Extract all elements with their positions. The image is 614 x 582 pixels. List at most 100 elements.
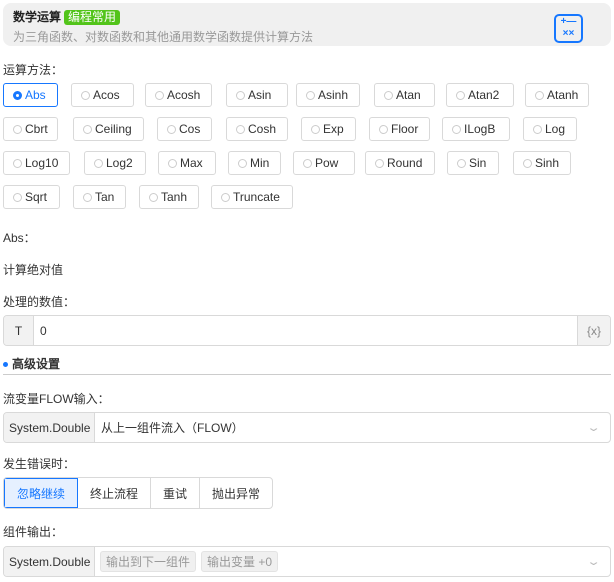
- method-radio-label: Min: [250, 156, 270, 170]
- method-radio-cbrt[interactable]: Cbrt: [3, 117, 58, 141]
- method-radio-label: Tan: [95, 190, 115, 204]
- radio-circle-icon: [457, 158, 466, 168]
- method-radio-label: Log: [545, 122, 566, 136]
- method-radio-label: Asinh: [318, 88, 349, 102]
- method-radio-label: Sqrt: [25, 190, 48, 204]
- chevron-down-icon: ⌄: [586, 556, 601, 568]
- method-radio-label: Truncate: [233, 190, 280, 204]
- method-radio-label: Ceiling: [95, 122, 132, 136]
- method-radio-label: Tanh: [161, 190, 188, 204]
- output-label: 组件输出：: [3, 525, 64, 539]
- radio-circle-icon: [94, 158, 103, 168]
- error-option-ignore[interactable]: 忽略继续: [4, 478, 79, 508]
- component-description: 为三角函数、对数函数和其他通用数学函数提供计算方法: [13, 30, 314, 44]
- method-radio-sqrt[interactable]: Sqrt: [3, 185, 60, 209]
- radio-circle-icon: [384, 90, 393, 100]
- radio-circle-icon: [13, 192, 22, 202]
- method-title: Abs：: [3, 231, 36, 245]
- radio-circle-icon: [306, 90, 315, 100]
- method-radio-acosh[interactable]: Acosh: [145, 83, 212, 107]
- method-radio-min[interactable]: Min: [228, 151, 281, 175]
- method-radio-tanh[interactable]: Tanh: [139, 185, 199, 209]
- error-option-retry[interactable]: 重试: [151, 478, 201, 508]
- flow-type: System.Double: [4, 413, 95, 442]
- output-select[interactable]: System.Double 输出到下一组件 输出变量 +0 ⌄: [3, 546, 611, 577]
- radio-circle-icon: [221, 192, 230, 202]
- method-radio-log2[interactable]: Log2: [84, 151, 146, 175]
- method-radio-atan2[interactable]: Atan2: [446, 83, 514, 107]
- method-radio-label: Exp: [323, 122, 344, 136]
- radio-circle-icon: [13, 124, 22, 134]
- method-radio-atan[interactable]: Atan: [374, 83, 435, 107]
- method-description: 计算绝对值: [3, 263, 64, 277]
- method-radio-label: Pow: [315, 156, 339, 170]
- error-option-throw[interactable]: 抛出异常: [200, 478, 272, 508]
- method-radio-label: Atan: [396, 88, 421, 102]
- title-text: 数学运算: [13, 10, 62, 24]
- value-text[interactable]: 0: [34, 324, 577, 338]
- method-radio-cosh[interactable]: Cosh: [226, 117, 288, 141]
- method-radio-ilogb[interactable]: ILogB: [442, 117, 510, 141]
- method-radio-sin[interactable]: Sin: [447, 151, 499, 175]
- error-option-stop[interactable]: 终止流程: [78, 478, 152, 508]
- method-radio-max[interactable]: Max: [158, 151, 216, 175]
- method-radio-label: Sin: [469, 156, 487, 170]
- chevron-down-icon: ⌄: [586, 422, 601, 434]
- output-tag: 输出变量 +0: [201, 551, 279, 572]
- radio-circle-icon: [535, 90, 544, 100]
- radio-circle-icon: [523, 158, 532, 168]
- method-radio-pow[interactable]: Pow: [293, 151, 355, 175]
- radio-circle-icon: [236, 90, 245, 100]
- method-radio-sinh[interactable]: Sinh: [513, 151, 571, 175]
- method-radio-label: Floor: [391, 122, 419, 136]
- advanced-title: 高级设置: [12, 357, 61, 371]
- method-label: 运算方法：: [3, 63, 64, 77]
- radio-circle-icon: [533, 124, 542, 134]
- radio-circle-icon: [83, 124, 92, 134]
- radio-circle-icon: [167, 124, 176, 134]
- component-title: 数学运算 编程常用: [13, 8, 121, 25]
- method-radio-label: Log10: [25, 156, 59, 170]
- radio-circle-icon: [375, 158, 384, 168]
- radio-circle-icon: [81, 90, 90, 100]
- radio-circle-icon: [13, 158, 22, 168]
- method-radio-abs[interactable]: Abs: [3, 83, 58, 107]
- radio-circle-icon: [168, 158, 177, 168]
- radio-circle-icon: [238, 158, 247, 168]
- method-radio-label: Cos: [179, 122, 201, 136]
- method-radio-floor[interactable]: Floor: [369, 117, 430, 141]
- method-radio-log10[interactable]: Log10: [3, 151, 70, 175]
- calculator-icon: +— ××: [554, 14, 583, 43]
- method-radio-truncate[interactable]: Truncate: [211, 185, 293, 209]
- method-radio-label: Cosh: [248, 122, 277, 136]
- radio-circle-icon: [379, 124, 388, 134]
- method-radio-label: Sinh: [535, 156, 560, 170]
- advanced-section-header: 高级设置: [3, 355, 611, 375]
- method-radio-label: Asin: [248, 88, 272, 102]
- method-radio-atanh[interactable]: Atanh: [525, 83, 589, 107]
- method-radio-label: Max: [180, 156, 203, 170]
- method-radio-tan[interactable]: Tan: [73, 185, 126, 209]
- method-radio-round[interactable]: Round: [365, 151, 435, 175]
- method-radio-acos[interactable]: Acos: [71, 83, 134, 107]
- method-radio-label: Atan2: [468, 88, 500, 102]
- method-radio-label: Atanh: [547, 88, 579, 102]
- method-radio-label: ILogB: [464, 122, 496, 136]
- badge: 编程常用: [64, 10, 121, 25]
- method-radio-asin[interactable]: Asin: [226, 83, 288, 107]
- method-radio-asinh[interactable]: Asinh: [296, 83, 360, 107]
- method-radio-ceiling[interactable]: Ceiling: [73, 117, 144, 141]
- method-radio-label: Cbrt: [25, 122, 48, 136]
- flow-select[interactable]: System.Double 从上一组件流入（FLOW） ⌄: [3, 412, 611, 443]
- radio-circle-icon: [311, 124, 320, 134]
- variable-button[interactable]: {x}: [577, 316, 610, 345]
- method-radio-cos[interactable]: Cos: [157, 117, 212, 141]
- radio-circle-icon: [303, 158, 312, 168]
- method-radio-log[interactable]: Log: [523, 117, 577, 141]
- bullet-icon: [3, 362, 8, 368]
- method-radio-exp[interactable]: Exp: [301, 117, 356, 141]
- flow-label: 流变量FLOW输入：: [3, 392, 110, 406]
- radio-circle-icon: [83, 192, 92, 202]
- value-input[interactable]: T 0 {x}: [3, 315, 611, 346]
- radio-circle-icon: [155, 90, 164, 100]
